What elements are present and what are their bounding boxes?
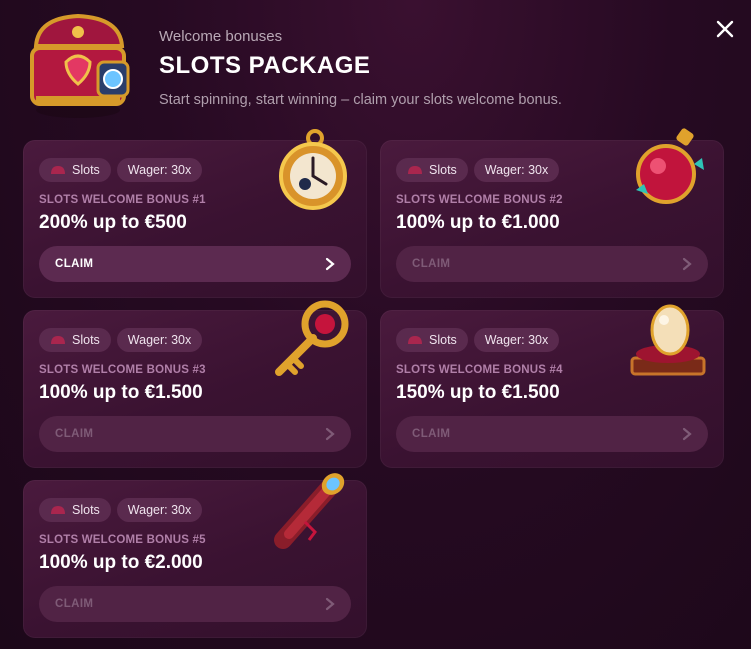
bonus-amount: 200% up to €500 bbox=[39, 212, 187, 233]
wager-badge: Wager: 30x bbox=[473, 328, 560, 352]
slots-package-modal: Welcome bonuses SLOTS PACKAGE Start spin… bbox=[0, 0, 751, 649]
category-label: Slots bbox=[72, 163, 100, 177]
bonus-card-1: Slots Wager: 30x SLOTS WELCOME BONUS #1 … bbox=[23, 129, 367, 298]
golden-egg-icon bbox=[630, 304, 706, 376]
claim-button[interactable]: CLAIM bbox=[39, 586, 351, 622]
category-label: Slots bbox=[429, 333, 457, 347]
close-button[interactable] bbox=[712, 16, 738, 42]
claim-button[interactable]: CLAIM bbox=[396, 246, 708, 282]
claim-button[interactable]: CLAIM bbox=[396, 416, 708, 452]
claim-label: CLAIM bbox=[55, 428, 94, 440]
bonus-label: SLOTS WELCOME BONUS #1 bbox=[39, 194, 206, 206]
category-badge: Slots bbox=[39, 158, 111, 182]
chevron-right-icon bbox=[682, 257, 692, 271]
close-icon bbox=[716, 20, 734, 38]
category-badge: Slots bbox=[396, 328, 468, 352]
bonus-amount: 150% up to €1.500 bbox=[396, 382, 560, 403]
claim-label: CLAIM bbox=[55, 598, 94, 610]
chevron-right-icon bbox=[325, 257, 335, 271]
spyglass-icon bbox=[274, 473, 345, 549]
category-badge: Slots bbox=[39, 498, 111, 522]
header-description: Start spinning, start winning – claim yo… bbox=[159, 92, 562, 108]
bonus-amount: 100% up to €1.000 bbox=[396, 212, 560, 233]
bonus-card-5: Slots Wager: 30x SLOTS WELCOME BONUS #5 … bbox=[23, 473, 367, 638]
wager-badge: Wager: 30x bbox=[116, 328, 203, 352]
category-label: Slots bbox=[72, 333, 100, 347]
slots-icon bbox=[407, 335, 423, 345]
chevron-right-icon bbox=[325, 597, 335, 611]
chevron-right-icon bbox=[325, 427, 335, 441]
claim-label: CLAIM bbox=[412, 258, 451, 270]
potion-flask-icon bbox=[636, 128, 704, 204]
bonus-label: SLOTS WELCOME BONUS #3 bbox=[39, 364, 206, 376]
claim-label: CLAIM bbox=[55, 258, 94, 270]
wager-badge: Wager: 30x bbox=[116, 498, 203, 522]
category-badge: Slots bbox=[396, 158, 468, 182]
treasure-chest-icon bbox=[30, 13, 130, 118]
category-label: Slots bbox=[72, 503, 100, 517]
bonus-card-2: Slots Wager: 30x SLOTS WELCOME BONUS #2 … bbox=[380, 128, 724, 298]
header-subtitle: Welcome bonuses bbox=[159, 28, 283, 45]
bonus-label: SLOTS WELCOME BONUS #5 bbox=[39, 534, 206, 546]
bonus-amount: 100% up to €2.000 bbox=[39, 552, 203, 573]
bonus-amount: 100% up to €1.500 bbox=[39, 382, 203, 403]
bonus-label: SLOTS WELCOME BONUS #4 bbox=[396, 364, 563, 376]
claim-label: CLAIM bbox=[412, 428, 451, 440]
wager-badge: Wager: 30x bbox=[473, 158, 560, 182]
bonus-label: SLOTS WELCOME BONUS #2 bbox=[396, 194, 563, 206]
wager-badge: Wager: 30x bbox=[116, 158, 203, 182]
slots-icon bbox=[50, 335, 66, 345]
bonus-card-3: Slots Wager: 30x SLOTS WELCOME BONUS #3 … bbox=[23, 300, 367, 468]
claim-button[interactable]: CLAIM bbox=[39, 246, 351, 282]
claim-button[interactable]: CLAIM bbox=[39, 416, 351, 452]
pocket-watch-icon bbox=[279, 129, 347, 210]
bonus-card-4: Slots Wager: 30x SLOTS WELCOME BONUS #4 … bbox=[380, 304, 724, 468]
category-label: Slots bbox=[429, 163, 457, 177]
slots-icon bbox=[50, 505, 66, 515]
page-title: SLOTS PACKAGE bbox=[159, 52, 371, 79]
slots-icon bbox=[50, 165, 66, 175]
chevron-right-icon bbox=[682, 427, 692, 441]
golden-key-icon bbox=[275, 300, 349, 376]
category-badge: Slots bbox=[39, 328, 111, 352]
slots-icon bbox=[407, 165, 423, 175]
